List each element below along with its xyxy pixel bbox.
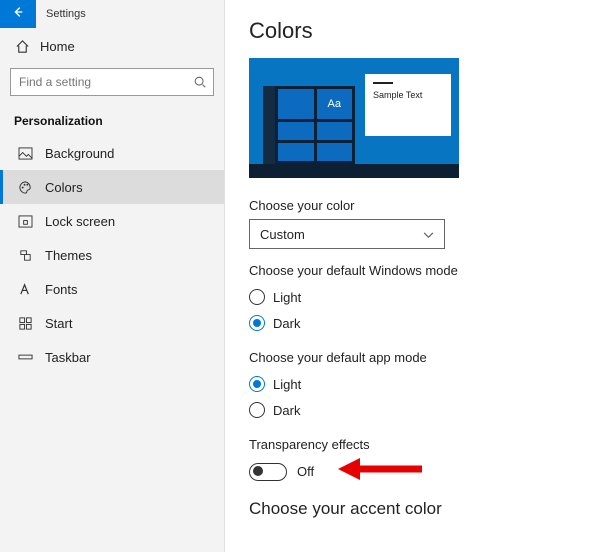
nav-label: Taskbar [45,350,91,365]
toggle-state-label: Off [297,464,314,479]
nav-item-background[interactable]: Background [0,136,224,170]
preview-tile [278,122,314,140]
app-mode-group: Choose your default app mode Light Dark [249,350,576,423]
radio-label: Dark [273,316,300,331]
app-title: Settings [36,8,86,20]
radio-label: Light [273,290,301,305]
app-mode-light[interactable]: Light [249,371,576,397]
home-label: Home [40,39,75,54]
search-box [10,68,214,96]
fonts-icon [17,281,33,297]
lock-screen-icon [17,213,33,229]
title-bar: Settings [0,0,224,28]
home-icon [14,38,30,54]
picture-icon [17,145,33,161]
preview-window-bar [373,82,393,84]
arrow-left-icon [11,5,25,24]
nav-label: Background [45,146,114,161]
windows-mode-group: Choose your default Windows mode Light D… [249,263,576,336]
section-title: Personalization [0,110,224,136]
app-mode-dark[interactable]: Dark [249,397,576,423]
color-mode-dropdown[interactable]: Custom [249,219,445,249]
nav-label: Fonts [45,282,78,297]
transparency-label: Transparency effects [249,437,576,452]
nav-list: Background Colors Lock screen Themes Fon… [0,136,224,374]
search-input[interactable] [10,68,214,96]
windows-mode-light[interactable]: Light [249,284,576,310]
radio-icon [249,289,265,305]
toggle-knob [253,466,263,476]
nav-label: Lock screen [45,214,115,229]
windows-mode-label: Choose your default Windows mode [249,263,576,278]
sidebar: Settings Home Personalization Background… [0,0,225,552]
windows-mode-dark[interactable]: Dark [249,310,576,336]
nav-item-lock-screen[interactable]: Lock screen [0,204,224,238]
dropdown-value: Custom [260,227,305,242]
radio-icon [249,402,265,418]
transparency-toggle[interactable] [249,463,287,481]
preview-start-menu: Aa [263,86,355,164]
preview-tile [278,143,314,161]
sidebar-home[interactable]: Home [0,28,224,62]
radio-icon-selected [249,376,265,392]
nav-label: Start [45,316,72,331]
radio-icon-selected [249,315,265,331]
transparency-group: Transparency effects Off [249,437,576,485]
palette-icon [17,179,33,195]
nav-item-fonts[interactable]: Fonts [0,272,224,306]
preview-window: Sample Text [365,74,451,136]
nav-item-taskbar[interactable]: Taskbar [0,340,224,374]
preview-tile [317,122,353,140]
app-mode-label: Choose your default app mode [249,350,576,365]
nav-item-colors[interactable]: Colors [0,170,224,204]
main-content: Colors Aa Sample Text Choose your color … [225,0,600,552]
chevron-down-icon [423,227,434,242]
preview-tile [317,143,353,161]
nav-item-themes[interactable]: Themes [0,238,224,272]
page-title: Colors [249,18,576,44]
themes-icon [17,247,33,263]
radio-label: Light [273,377,301,392]
nav-label: Themes [45,248,92,263]
transparency-toggle-row: Off [249,458,576,485]
preview-tile [278,89,314,119]
color-mode-group: Choose your color Custom [249,198,576,249]
annotation-arrow-icon [338,458,422,485]
start-icon [17,315,33,331]
nav-label: Colors [45,180,83,195]
nav-item-start[interactable]: Start [0,306,224,340]
preview-tile-aa: Aa [317,89,353,119]
preview-start-column [263,86,275,164]
preview-tiles: Aa [275,86,355,164]
accent-color-heading: Choose your accent color [249,499,576,519]
back-button[interactable] [0,0,36,28]
color-preview: Aa Sample Text [249,58,459,178]
color-mode-label: Choose your color [249,198,576,213]
taskbar-icon [17,349,33,365]
radio-label: Dark [273,403,300,418]
preview-sample-text: Sample Text [373,90,443,100]
search-icon [192,74,208,90]
preview-taskbar [249,164,459,178]
